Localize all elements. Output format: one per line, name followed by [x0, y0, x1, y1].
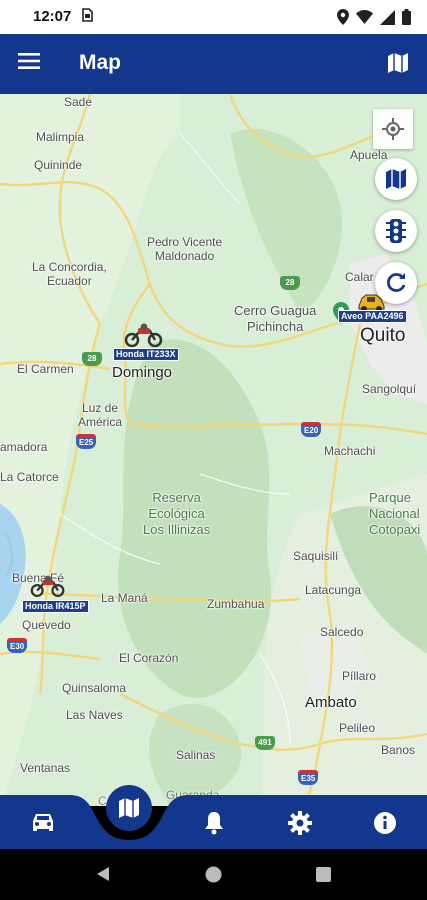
road-shield: 491: [255, 736, 275, 750]
place-label: Domingo: [112, 364, 173, 381]
info-icon: [374, 812, 396, 834]
place-label: Latacunga: [305, 583, 362, 597]
place-label: Ventanas: [20, 761, 71, 775]
car-icon: [33, 814, 53, 831]
app-bar: Map: [0, 34, 427, 94]
nav-vehicles-button[interactable]: [29, 809, 57, 837]
road-shield: 28: [82, 352, 102, 366]
map-icon: [119, 798, 139, 818]
place-label: Machachi: [324, 444, 376, 458]
place-label: El Carmen: [17, 362, 74, 376]
place-label: Luz de América: [78, 401, 123, 429]
bell-icon: [205, 812, 223, 835]
page-title: Map: [79, 51, 121, 74]
place-label: Sangolquí: [362, 382, 417, 396]
map-icon[interactable]: [387, 52, 411, 76]
vehicle-label: Honda IT233X: [113, 348, 179, 361]
place-label: Reserva Ecológica Los Illinizas: [143, 490, 211, 537]
my-location-icon[interactable]: [373, 109, 413, 149]
place-label: Apuela: [350, 148, 388, 162]
place-label: La Maná: [101, 591, 148, 605]
place-label: Quevedo: [22, 618, 71, 632]
bottom-navigation: [0, 785, 427, 849]
map-icon: [386, 169, 406, 189]
refresh-button[interactable]: [375, 262, 417, 304]
place-label: Zumbahua: [207, 597, 265, 611]
status-icons: [337, 9, 411, 25]
nav-alerts-button[interactable]: [200, 809, 228, 837]
sim-card-icon: [82, 8, 93, 25]
map-type-button[interactable]: [375, 158, 417, 200]
place-label: Salcedo: [320, 625, 364, 639]
place-label: Quininde: [34, 158, 83, 172]
hamburger-menu-icon[interactable]: [18, 52, 44, 76]
place-label: Quito: [360, 325, 406, 346]
nav-map-button[interactable]: [106, 785, 152, 831]
map-view[interactable]: Sade Malimpia Quininde Pedro Vicente Mal…: [0, 94, 427, 806]
place-label: Pelileo: [339, 721, 376, 735]
vehicle-marker-honda-ir415p[interactable]: [30, 575, 66, 602]
road-shield: E35: [298, 770, 319, 785]
gear-icon: [288, 811, 312, 835]
nav-settings-button[interactable]: [286, 809, 314, 837]
road-shield: E20: [301, 422, 322, 437]
place-label: Calar: [345, 270, 374, 284]
road-shield: 28: [280, 276, 300, 290]
back-triangle-icon[interactable]: [96, 866, 110, 882]
place-label: Cerro Guagua Pichincha: [234, 303, 317, 334]
nav-info-button[interactable]: [371, 809, 399, 837]
place-label: Sade: [64, 95, 93, 109]
place-label: La Concordia, Ecuador: [32, 260, 107, 288]
place-label: Parque Nacional Cotopaxi: [369, 490, 421, 537]
refresh-icon: [387, 273, 406, 292]
vehicle-label: Aveo PAA2496: [338, 310, 407, 323]
signal-icon: [380, 9, 395, 25]
place-label: El Corazón: [119, 651, 179, 665]
traffic-light-icon: [386, 219, 406, 243]
status-bar: 12:07: [0, 0, 427, 34]
place-label: Píllaro: [342, 669, 377, 683]
motorcycle-icon: [124, 323, 163, 348]
recents-square-icon[interactable]: [316, 867, 331, 882]
place-label: Salinas: [176, 748, 216, 762]
place-label: La Catorce: [0, 470, 59, 484]
road-shield: E25: [76, 434, 97, 449]
home-circle-icon[interactable]: [205, 866, 222, 883]
wifi-icon: [356, 10, 373, 24]
place-label: Saquisilí: [293, 549, 339, 563]
place-label: Malimpia: [36, 130, 85, 144]
place-label: amadora: [0, 440, 48, 454]
traffic-button[interactable]: [375, 210, 417, 252]
place-label: Pedro Vicente Maldonado: [147, 235, 223, 263]
battery-icon: [402, 9, 411, 25]
motorcycle-icon: [30, 575, 65, 598]
place-label: Las Naves: [66, 708, 123, 722]
place-label: Ambato: [305, 694, 357, 711]
location-icon: [337, 9, 349, 25]
place-label: Banos: [381, 743, 416, 757]
status-time: 12:07: [33, 8, 72, 25]
road-shield: E30: [7, 638, 28, 653]
vehicle-label: Honda IR415P: [22, 600, 89, 613]
system-navigation-bar: [0, 849, 427, 900]
place-label: Quinsaloma: [62, 681, 127, 695]
